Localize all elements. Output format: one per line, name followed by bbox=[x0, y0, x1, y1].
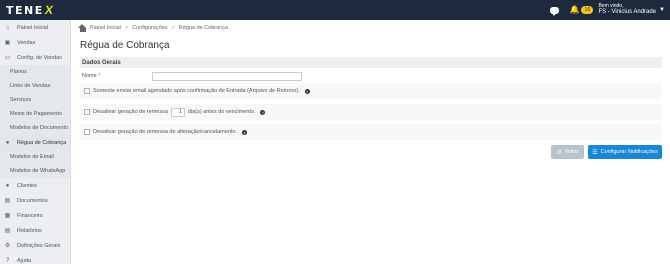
sidebar-item-label: Serviços bbox=[10, 97, 32, 103]
info-icon[interactable]: i bbox=[260, 109, 266, 115]
sidebar-item-label: Modelos de Email bbox=[10, 154, 54, 160]
breadcrumb-separator-icon: > bbox=[171, 25, 175, 31]
sidebar-item-definicoes-gerais[interactable]: ⚙ Definições Gerais bbox=[0, 238, 70, 253]
sidebar: ⌂ Painel Inicial ▣ Vendas ▭ Config. de Vend… bbox=[0, 20, 71, 264]
back-button-label: Voltar bbox=[564, 149, 579, 155]
user-name: FS - Vinicius Andrade bbox=[598, 9, 657, 16]
sidebar-item-relatorios[interactable]: ▤ Relatórios bbox=[0, 223, 70, 238]
sidebar-item-label: Painel Inicial bbox=[17, 24, 48, 31]
logo[interactable]: TENE X bbox=[6, 3, 54, 17]
breadcrumb: Painel Inicial > Configurações > Régua d… bbox=[78, 23, 228, 33]
bell-icon[interactable]: 🔔 bbox=[569, 6, 579, 14]
sidebar-item-label: Régua de Cobrança bbox=[17, 139, 67, 146]
top-right-area: 🔔 16 Bem vindo, FS - Vinicius Andrade ▼ bbox=[550, 0, 670, 20]
sidebar-item-planos[interactable]: Planos bbox=[0, 65, 70, 79]
sidebar-item-label: Documentos bbox=[17, 197, 48, 204]
sidebar-item-label: Clientes bbox=[17, 182, 37, 189]
breadcrumb-item[interactable]: Painel Inicial bbox=[90, 25, 121, 31]
sidebar-item-label: Ajuda bbox=[17, 257, 32, 264]
sidebar-item-config-vendas[interactable]: ▭ Config. de Vendas bbox=[0, 50, 70, 65]
bank-icon: ▦ bbox=[4, 213, 11, 219]
list-icon: ☰ bbox=[592, 149, 598, 156]
sidebar-item-financeiro[interactable]: ▦ Financeiro bbox=[0, 208, 70, 223]
name-label: Nome * bbox=[82, 73, 152, 79]
option2-suffix: dia(s) antes do vencimento. bbox=[187, 109, 256, 115]
circle-icon: ● bbox=[5, 139, 10, 146]
home-icon[interactable] bbox=[78, 24, 87, 32]
info-icon[interactable]: i bbox=[304, 88, 310, 94]
cart-icon: ▣ bbox=[4, 40, 11, 46]
name-row: Nome * bbox=[80, 68, 662, 84]
option2-checkbox[interactable] bbox=[84, 109, 90, 115]
chart-icon: ▤ bbox=[4, 228, 11, 234]
doc-icon: ▤ bbox=[4, 198, 11, 204]
sidebar-item-label: Relatórios bbox=[17, 227, 42, 234]
sidebar-item-label: Definições Gerais bbox=[17, 242, 61, 249]
sidebar-item-label: Vendas bbox=[17, 39, 36, 46]
breadcrumb-item-current: Régua de Cobrança bbox=[178, 25, 229, 31]
option-row: Desativar geração de remessa de alteraçã… bbox=[80, 124, 662, 140]
chat-icon[interactable] bbox=[550, 6, 560, 16]
top-bar: TENE X 🔔 16 Bem vindo, FS - Vinicius Andr… bbox=[0, 0, 670, 20]
sidebar-item-label: Planos bbox=[10, 69, 27, 75]
sidebar-item-clientes[interactable]: ● Clientes bbox=[0, 178, 70, 193]
sidebar-item-modelos-documento[interactable]: Modelos de Documento bbox=[0, 121, 70, 135]
option1-label: Somente enviar email agendado após confi… bbox=[93, 88, 300, 94]
sidebar-item-regua-cobranca[interactable]: ● Régua de Cobrança bbox=[0, 135, 70, 150]
sidebar-item-label: Financeiro bbox=[17, 212, 43, 219]
sidebar-item-label: Meios de Pagamento bbox=[10, 111, 62, 117]
user-menu[interactable]: Bem vindo, FS - Vinicius Andrade bbox=[598, 3, 657, 16]
sidebar-item-painel-inicial[interactable]: ⌂ Painel Inicial bbox=[0, 20, 70, 35]
option-row: Somente enviar email agendado após confi… bbox=[80, 83, 662, 99]
option1-checkbox[interactable] bbox=[84, 88, 90, 94]
undo-icon: ↺ bbox=[556, 149, 562, 156]
section-header: Dados Gerais bbox=[80, 57, 662, 68]
help-icon: ? bbox=[5, 257, 10, 264]
sidebar-item-label: Config. de Vendas bbox=[17, 54, 62, 61]
user-icon: ● bbox=[5, 182, 10, 189]
main-content: Painel Inicial > Configurações > Régua d… bbox=[72, 20, 670, 264]
breadcrumb-item[interactable]: Configurações bbox=[132, 25, 167, 31]
chevron-down-icon[interactable]: ▼ bbox=[659, 7, 665, 13]
logo-text: TENE bbox=[6, 3, 44, 17]
required-marker: * bbox=[98, 73, 101, 79]
sidebar-item-label: Modelos de Documento bbox=[10, 125, 69, 131]
info-icon[interactable]: i bbox=[242, 129, 247, 135]
sidebar-item-links-vendas[interactable]: Links de Vendas bbox=[0, 79, 70, 93]
page-title: Régua de Cobrança bbox=[80, 40, 170, 51]
breadcrumb-separator-icon: > bbox=[124, 25, 129, 31]
configure-notifications-button[interactable]: ☰ Configurar Notificações bbox=[588, 145, 662, 159]
sidebar-item-meios-pagamento[interactable]: Meios de Pagamento bbox=[0, 107, 70, 121]
days-input[interactable]: 1 bbox=[170, 107, 185, 117]
option-row: Desativar geração de remessa 1 dia(s) an… bbox=[80, 104, 662, 120]
sidebar-item-modelos-whatsapp[interactable]: Modelos de WhatsApp bbox=[0, 164, 70, 178]
option3-checkbox[interactable] bbox=[84, 129, 90, 135]
sidebar-item-vendas[interactable]: ▣ Vendas bbox=[0, 35, 70, 50]
back-button[interactable]: ↺ Voltar bbox=[551, 145, 584, 159]
sidebar-item-documentos[interactable]: ▤ Documentos bbox=[0, 193, 70, 208]
option3-label: Desativar geração de remessa de alteraçã… bbox=[93, 129, 237, 135]
gears-icon: ⚙ bbox=[4, 243, 11, 249]
card-icon: ▭ bbox=[4, 55, 11, 61]
notification-badge[interactable]: 16 bbox=[581, 6, 594, 14]
sidebar-item-servicos[interactable]: Serviços bbox=[0, 93, 70, 107]
logo-accent: X bbox=[43, 3, 54, 17]
sidebar-item-label: Modelos de WhatsApp bbox=[10, 168, 66, 174]
sidebar-item-label: Links de Vendas bbox=[10, 83, 51, 89]
sidebar-item-modelos-email[interactable]: Modelos de Email bbox=[0, 150, 70, 164]
sidebar-item-ajuda[interactable]: ? Ajuda bbox=[0, 253, 70, 264]
option2-prefix: Desativar geração de remessa bbox=[93, 109, 168, 115]
name-label-text: Nome bbox=[82, 73, 97, 79]
name-input[interactable] bbox=[152, 71, 302, 81]
home-icon: ⌂ bbox=[5, 24, 10, 31]
configure-button-label: Configurar Notificações bbox=[600, 149, 658, 155]
